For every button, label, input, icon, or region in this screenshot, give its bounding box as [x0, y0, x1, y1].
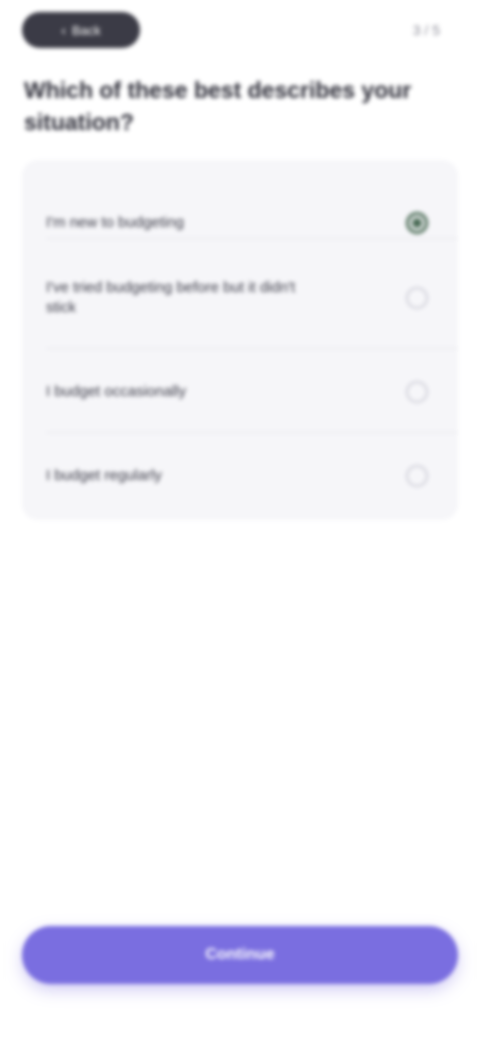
top-bar: ‹ Back 3 / 5 [22, 12, 458, 52]
option-label: I've tried budgeting before but it didn'… [46, 279, 296, 316]
chevron-left-icon: ‹ [61, 22, 66, 38]
option-item[interactable]: I'm new to budgeting [22, 180, 458, 266]
radio-unselected-icon[interactable] [406, 381, 428, 403]
radio-unselected-icon[interactable] [406, 287, 428, 309]
back-button-label: Back [71, 22, 101, 38]
divider [46, 432, 458, 433]
divider [46, 238, 458, 239]
radio-selected-icon[interactable] [406, 212, 428, 234]
options-card: I'm new to budgeting I've tried budgetin… [22, 160, 458, 520]
radio-unselected-icon[interactable] [406, 465, 428, 487]
question-title: Which of these best describes your situa… [24, 77, 412, 135]
onboarding-screen: ‹ Back 3 / 5 Which of these best describ… [0, 0, 480, 1040]
divider [46, 348, 458, 349]
option-label: I budget occasionally [46, 383, 187, 400]
option-item[interactable]: I've tried budgeting before but it didn'… [22, 256, 458, 340]
option-item[interactable]: I budget regularly [22, 440, 458, 512]
option-label: I budget regularly [46, 467, 162, 484]
option-item[interactable]: I budget occasionally [22, 356, 458, 428]
step-counter: 3 / 5 [412, 22, 440, 38]
back-button[interactable]: ‹ Back [22, 12, 140, 48]
continue-button[interactable]: Continue [22, 926, 458, 984]
option-label: I'm new to budgeting [46, 214, 184, 231]
